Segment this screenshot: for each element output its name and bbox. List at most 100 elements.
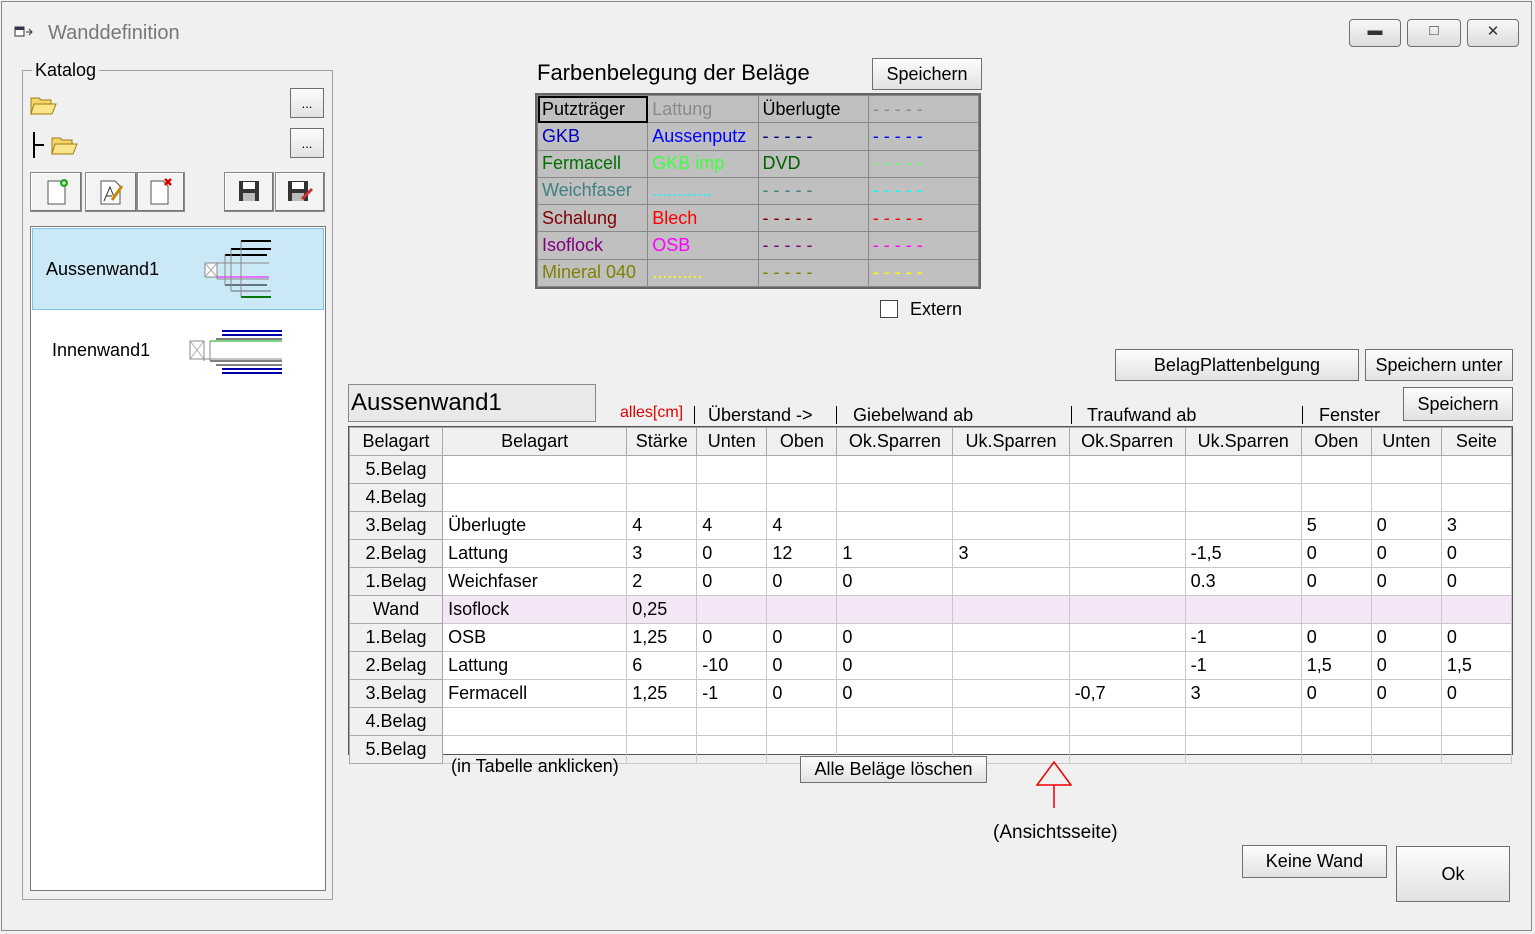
- table-cell[interactable]: 3: [952, 539, 1070, 568]
- color-legend-cell[interactable]: Weichfaser: [536, 176, 649, 206]
- table-cell[interactable]: [442, 455, 628, 484]
- table-cell[interactable]: [952, 567, 1070, 596]
- table-cell[interactable]: 3: [1184, 679, 1302, 708]
- table-cell[interactable]: 0: [766, 623, 838, 652]
- table-cell[interactable]: 0: [1370, 511, 1442, 540]
- table-cell[interactable]: 1,5: [1300, 651, 1372, 680]
- table-cell[interactable]: [1370, 735, 1442, 764]
- table-cell[interactable]: [1300, 595, 1372, 624]
- color-legend-cell[interactable]: Putzträger: [536, 94, 649, 124]
- edit-wall-button[interactable]: [85, 172, 137, 212]
- table-cell[interactable]: [1184, 483, 1302, 512]
- table-cell[interactable]: 0: [1370, 651, 1442, 680]
- table-cell[interactable]: Weichfaser: [442, 567, 628, 596]
- table-cell[interactable]: 1,25: [626, 679, 698, 708]
- color-legend-cell[interactable]: - - - - -: [867, 94, 980, 124]
- new-wall-button[interactable]: [30, 172, 82, 212]
- table-cell[interactable]: [1440, 455, 1513, 484]
- table-cell[interactable]: 0: [1370, 567, 1442, 596]
- table-cell[interactable]: 3: [626, 539, 698, 568]
- color-legend-cell[interactable]: - - - - -: [867, 258, 980, 288]
- minimize-button[interactable]: ▬: [1349, 19, 1401, 47]
- table-row[interactable]: 1.Belag Weichfaser 2 0 0 0 0.3 0 0 0: [348, 567, 1513, 596]
- table-cell[interactable]: [952, 623, 1070, 652]
- close-button[interactable]: ✕: [1467, 19, 1519, 47]
- table-cell[interactable]: [626, 483, 698, 512]
- table-row[interactable]: 5.Belag: [348, 455, 1513, 484]
- wall-layer-table[interactable]: Belagart Belagart Stärke Unten Oben Ok.Sparre…: [348, 426, 1513, 764]
- table-cell[interactable]: [626, 735, 698, 764]
- table-cell[interactable]: [766, 483, 838, 512]
- table-cell[interactable]: 0,25: [626, 595, 698, 624]
- table-cell[interactable]: [1440, 735, 1513, 764]
- color-legend-cell[interactable]: - - - - -: [867, 176, 980, 206]
- table-cell[interactable]: [1068, 511, 1186, 540]
- table-cell[interactable]: [442, 483, 628, 512]
- color-legend-cell[interactable]: ............: [647, 176, 759, 206]
- table-cell[interactable]: [836, 511, 954, 540]
- table-cell[interactable]: [626, 707, 698, 736]
- delete-wall-button[interactable]: [137, 172, 185, 212]
- table-cell[interactable]: 0: [1440, 567, 1513, 596]
- color-legend-cell[interactable]: Mineral 040: [536, 258, 649, 288]
- table-cell[interactable]: [626, 455, 698, 484]
- table-row[interactable]: 4.Belag: [348, 483, 1513, 512]
- table-cell[interactable]: 0.3: [1184, 567, 1302, 596]
- table-cell[interactable]: [1440, 483, 1513, 512]
- table-cell[interactable]: 0: [696, 623, 768, 652]
- table-cell[interactable]: -10: [696, 651, 768, 680]
- table-cell[interactable]: 5: [1300, 511, 1372, 540]
- color-legend-cell[interactable]: OSB: [647, 231, 759, 260]
- table-cell[interactable]: [952, 455, 1070, 484]
- color-legend-cell[interactable]: Lattung: [647, 94, 759, 124]
- table-row[interactable]: 1.Belag OSB 1,25 0 0 0 -1 0 0 0: [348, 623, 1513, 652]
- table-cell[interactable]: 2: [626, 567, 698, 596]
- save-as-wall-button[interactable]: [275, 172, 325, 212]
- table-cell[interactable]: [696, 735, 768, 764]
- save-as-button[interactable]: Speichern unter: [1365, 349, 1513, 381]
- table-cell[interactable]: Lattung: [442, 539, 628, 568]
- table-row[interactable]: 2.Belag Lattung 6 -10 0 0 -1 1,5 0 1,5: [348, 651, 1513, 680]
- table-cell[interactable]: [766, 595, 838, 624]
- color-legend-cell[interactable]: - - - - -: [757, 204, 869, 233]
- table-cell[interactable]: [1184, 707, 1302, 736]
- table-cell[interactable]: [1068, 455, 1186, 484]
- color-legend-cell[interactable]: - - - - -: [757, 258, 869, 288]
- table-cell[interactable]: 6: [626, 651, 698, 680]
- table-cell[interactable]: 0: [1370, 539, 1442, 568]
- table-cell[interactable]: [1370, 455, 1442, 484]
- table-cell[interactable]: 0: [1300, 679, 1372, 708]
- table-row[interactable]: 2.Belag Lattung 3 0 12 1 3 -1,5 0 0 0: [348, 539, 1513, 568]
- table-cell[interactable]: 0: [1440, 623, 1513, 652]
- table-cell[interactable]: [836, 595, 954, 624]
- table-cell[interactable]: 0: [836, 679, 954, 708]
- table-cell[interactable]: [1300, 707, 1372, 736]
- table-cell[interactable]: [952, 707, 1070, 736]
- table-cell[interactable]: Fermacell: [442, 679, 628, 708]
- table-cell[interactable]: [1184, 735, 1302, 764]
- table-cell[interactable]: 1,25: [626, 623, 698, 652]
- table-cell[interactable]: [696, 455, 768, 484]
- table-row[interactable]: Wand Isoflock 0,25: [348, 595, 1513, 624]
- table-cell[interactable]: Überlugte: [442, 511, 628, 540]
- table-cell[interactable]: 4: [766, 511, 838, 540]
- table-cell[interactable]: [1370, 483, 1442, 512]
- table-cell[interactable]: [1068, 483, 1186, 512]
- subfolder-browse-button[interactable]: ...: [290, 128, 324, 158]
- color-legend-cell[interactable]: Blech: [647, 204, 759, 233]
- table-cell[interactable]: [1300, 735, 1372, 764]
- table-cell[interactable]: 0: [1440, 679, 1513, 708]
- color-legend-cell[interactable]: - - - - -: [867, 122, 980, 151]
- table-row[interactable]: 4.Belag: [348, 707, 1513, 736]
- color-legend-cell[interactable]: Schalung: [536, 204, 649, 233]
- color-legend-cell[interactable]: GKB: [536, 122, 649, 151]
- table-cell[interactable]: [442, 707, 628, 736]
- catalog-item-aussenwand1[interactable]: Aussenwand1: [32, 228, 324, 310]
- table-cell[interactable]: [1068, 539, 1186, 568]
- table-cell[interactable]: -1,5: [1184, 539, 1302, 568]
- table-cell[interactable]: 0: [1300, 539, 1372, 568]
- color-legend-cell[interactable]: Isoflock: [536, 231, 649, 260]
- clear-all-button[interactable]: Alle Beläge löschen: [800, 756, 987, 783]
- table-cell[interactable]: 0: [1370, 679, 1442, 708]
- color-save-button[interactable]: Speichern: [872, 58, 982, 90]
